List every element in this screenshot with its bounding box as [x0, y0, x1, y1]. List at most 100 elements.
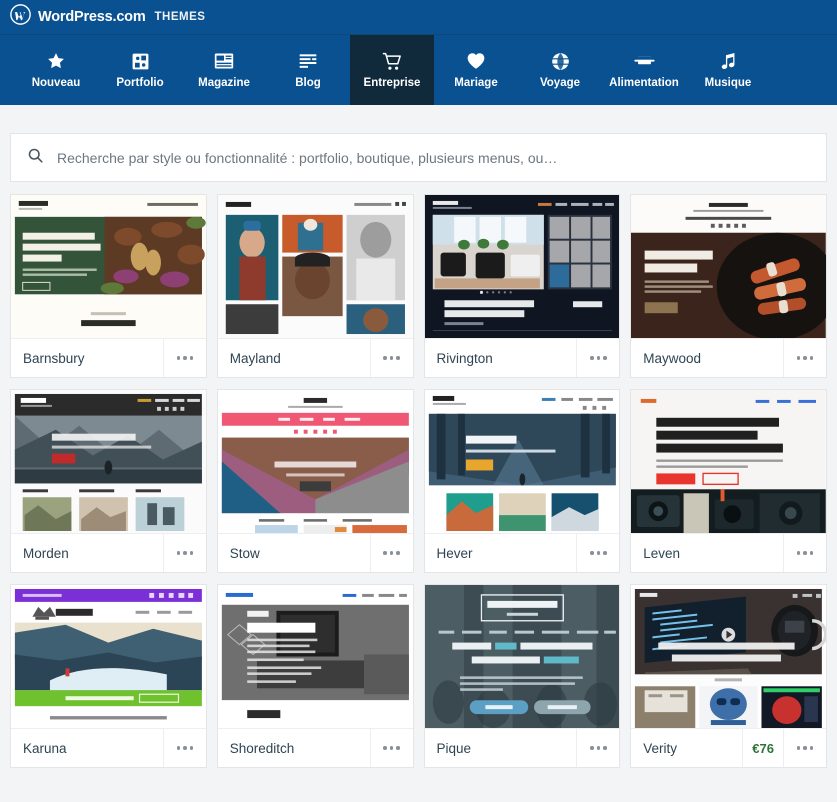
nav-item-musique[interactable]: Musique: [686, 35, 770, 105]
theme-card[interactable]: Stow: [216, 389, 414, 573]
theme-card[interactable]: Barnsbury: [10, 194, 207, 378]
nav-item-label: Musique: [704, 77, 752, 89]
search-input[interactable]: [57, 149, 810, 166]
theme-card[interactable]: Pique: [423, 584, 621, 768]
tray-icon: [633, 51, 655, 71]
wordpress-logo-icon[interactable]: [10, 4, 31, 30]
theme-preview-morden[interactable]: [11, 390, 206, 534]
more-dot: [396, 551, 400, 555]
theme-card[interactable]: Morden: [10, 389, 207, 573]
more-dot: [590, 356, 594, 360]
more-dot: [189, 356, 193, 360]
nav-item-portfolio[interactable]: Portfolio: [98, 35, 182, 105]
nav-item-voyage[interactable]: Voyage: [518, 35, 602, 105]
theme-preview-barnsbury[interactable]: [11, 195, 206, 339]
more-dot: [596, 746, 600, 750]
category-nav: Nouveau Portfolio Magazine Blog Entreprise Ma…: [0, 35, 837, 105]
more-dot: [596, 551, 600, 555]
theme-name: Hever: [436, 545, 473, 561]
theme-name: Karuna: [23, 740, 67, 756]
brand-name[interactable]: WordPress.com: [38, 9, 146, 25]
theme-more-button[interactable]: [369, 729, 413, 767]
more-dot: [396, 746, 400, 750]
theme-card[interactable]: Hever: [423, 389, 621, 573]
more-dot: [389, 356, 394, 360]
more-dot: [176, 551, 180, 555]
theme-preview-verity[interactable]: [631, 585, 826, 729]
theme-price: €76: [742, 729, 783, 767]
search-icon: [27, 147, 44, 169]
theme-more-button[interactable]: [162, 729, 206, 767]
more-dot: [590, 551, 594, 555]
more-dot: [796, 746, 801, 750]
more-dot: [796, 551, 801, 555]
theme-card[interactable]: Verity €76: [630, 584, 827, 768]
theme-more-button[interactable]: [576, 729, 619, 767]
nav-item-nouveau[interactable]: Nouveau: [14, 35, 98, 105]
theme-preview-karuna[interactable]: [11, 585, 206, 729]
theme-card-footer: Rivington: [425, 339, 620, 377]
theme-name: Pique: [436, 740, 472, 756]
theme-name: Barnsbury: [23, 350, 85, 366]
theme-more-button[interactable]: [783, 729, 826, 767]
nav-item-alimentation[interactable]: Alimentation: [602, 35, 686, 105]
heart-icon: [466, 51, 486, 71]
nav-item-magazine[interactable]: Magazine: [182, 35, 266, 105]
theme-more-button[interactable]: [369, 534, 413, 572]
theme-preview-maywood[interactable]: [631, 195, 826, 339]
more-dot: [389, 746, 394, 750]
theme-preview-shoreditch[interactable]: [217, 585, 413, 729]
more-dot: [189, 746, 193, 750]
theme-name: Stow: [229, 545, 260, 561]
more-dot: [590, 746, 594, 750]
theme-card-footer: Karuna: [11, 729, 206, 767]
more-dot: [803, 551, 807, 555]
theme-card[interactable]: Maywood: [630, 194, 827, 378]
theme-card-footer: Hever: [425, 534, 620, 572]
search-box[interactable]: [10, 133, 827, 182]
more-dot: [396, 356, 400, 360]
theme-card[interactable]: Rivington: [423, 194, 621, 378]
more-dot: [189, 551, 193, 555]
search-section: [10, 105, 827, 194]
theme-more-button[interactable]: [783, 534, 826, 572]
nav-item-blog[interactable]: Blog: [266, 35, 350, 105]
theme-name: Morden: [23, 545, 69, 561]
theme-name: Shoreditch: [229, 740, 295, 756]
theme-preview-stow[interactable]: [217, 390, 413, 534]
theme-card-footer: Mayland: [218, 339, 413, 377]
theme-more-button[interactable]: [576, 339, 619, 377]
content-area: Barnsbury Mayland: [0, 105, 837, 768]
theme-preview-mayland[interactable]: [217, 195, 413, 339]
theme-more-button[interactable]: [576, 534, 619, 572]
theme-name: Verity: [643, 740, 678, 756]
theme-card-footer: Maywood: [631, 339, 826, 377]
cart-icon: [382, 51, 402, 71]
nav-item-entreprise[interactable]: Entreprise: [350, 35, 434, 105]
more-dot: [176, 746, 180, 750]
layout-icon: [214, 51, 234, 71]
globe-icon: [551, 51, 570, 71]
theme-card[interactable]: Leven: [630, 389, 827, 573]
more-dot: [803, 746, 807, 750]
theme-more-button[interactable]: [162, 339, 206, 377]
theme-preview-hever[interactable]: [424, 390, 620, 534]
theme-more-button[interactable]: [162, 534, 206, 572]
theme-preview-leven[interactable]: [631, 390, 826, 534]
theme-preview-rivington[interactable]: [424, 195, 620, 339]
theme-card-footer: Stow: [218, 534, 413, 572]
more-dot: [603, 356, 607, 360]
nav-item-label: Blog: [295, 77, 321, 89]
theme-card[interactable]: Mayland: [216, 194, 414, 378]
more-dot: [596, 356, 600, 360]
theme-card[interactable]: Shoreditch: [216, 584, 414, 768]
theme-preview-pique[interactable]: [424, 585, 620, 729]
theme-name: Rivington: [436, 350, 493, 366]
nav-item-label: Magazine: [198, 77, 250, 89]
theme-more-button[interactable]: [369, 339, 413, 377]
theme-name: Leven: [643, 545, 681, 561]
theme-card[interactable]: Karuna: [10, 584, 207, 768]
music-note-icon: [720, 51, 737, 71]
nav-item-mariage[interactable]: Mariage: [434, 35, 518, 105]
theme-more-button[interactable]: [783, 339, 826, 377]
